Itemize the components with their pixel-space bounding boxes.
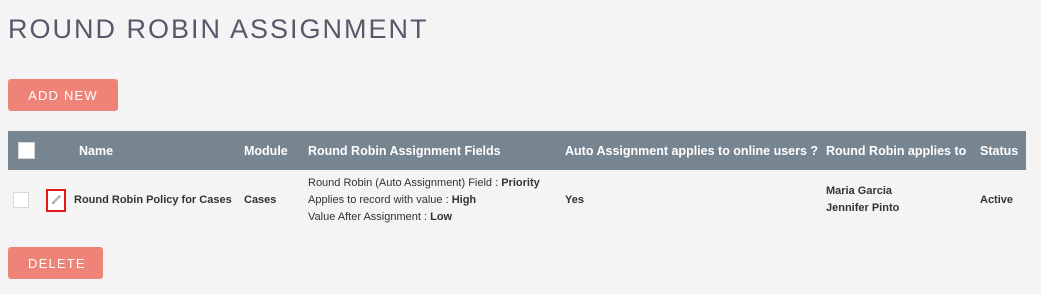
select-all-cell	[8, 131, 67, 170]
table-header-row: Name Module Round Robin Assignment Field…	[8, 131, 1026, 170]
field-line: Value After Assignment : Low	[308, 210, 453, 223]
row-select-cell	[8, 170, 67, 230]
field-line: Round Robin (Auto Assignment) Field : Pr…	[308, 176, 540, 189]
table-row: Round Robin Policy for Cases Cases Round…	[8, 170, 1026, 230]
field-line: Applies to record with value : High	[308, 193, 477, 206]
column-status[interactable]: Status	[980, 131, 1026, 170]
user-name: Maria Garcia	[826, 185, 893, 197]
column-applies-to[interactable]: Round Robin applies to	[826, 131, 980, 170]
user-name: Jennifer Pinto	[826, 202, 900, 214]
edit-button[interactable]	[46, 188, 67, 212]
row-fields: Round Robin (Auto Assignment) Field : Pr…	[308, 170, 565, 230]
row-checkbox[interactable]	[13, 192, 29, 208]
page-title: ROUND ROBIN ASSIGNMENT	[8, 14, 429, 44]
pencil-icon	[52, 195, 62, 204]
add-new-button[interactable]: ADD NEW	[8, 79, 118, 111]
row-name-link[interactable]: Round Robin Policy for Cases	[67, 170, 244, 230]
delete-button[interactable]: DELETE	[8, 247, 103, 279]
round-robin-table: Name Module Round Robin Assignment Field…	[8, 131, 1026, 230]
column-module[interactable]: Module	[244, 131, 308, 170]
column-auto-assignment[interactable]: Auto Assignment applies to online users …	[565, 131, 826, 170]
select-all-checkbox[interactable]	[18, 142, 35, 159]
row-auto-assignment: Yes	[565, 194, 584, 206]
row-applies-to: Maria Garcia Jennifer Pinto	[826, 170, 980, 230]
row-module: Cases	[244, 194, 277, 206]
row-status: Active	[980, 194, 1014, 206]
column-fields[interactable]: Round Robin Assignment Fields	[308, 131, 565, 170]
column-name[interactable]: Name	[67, 131, 244, 170]
